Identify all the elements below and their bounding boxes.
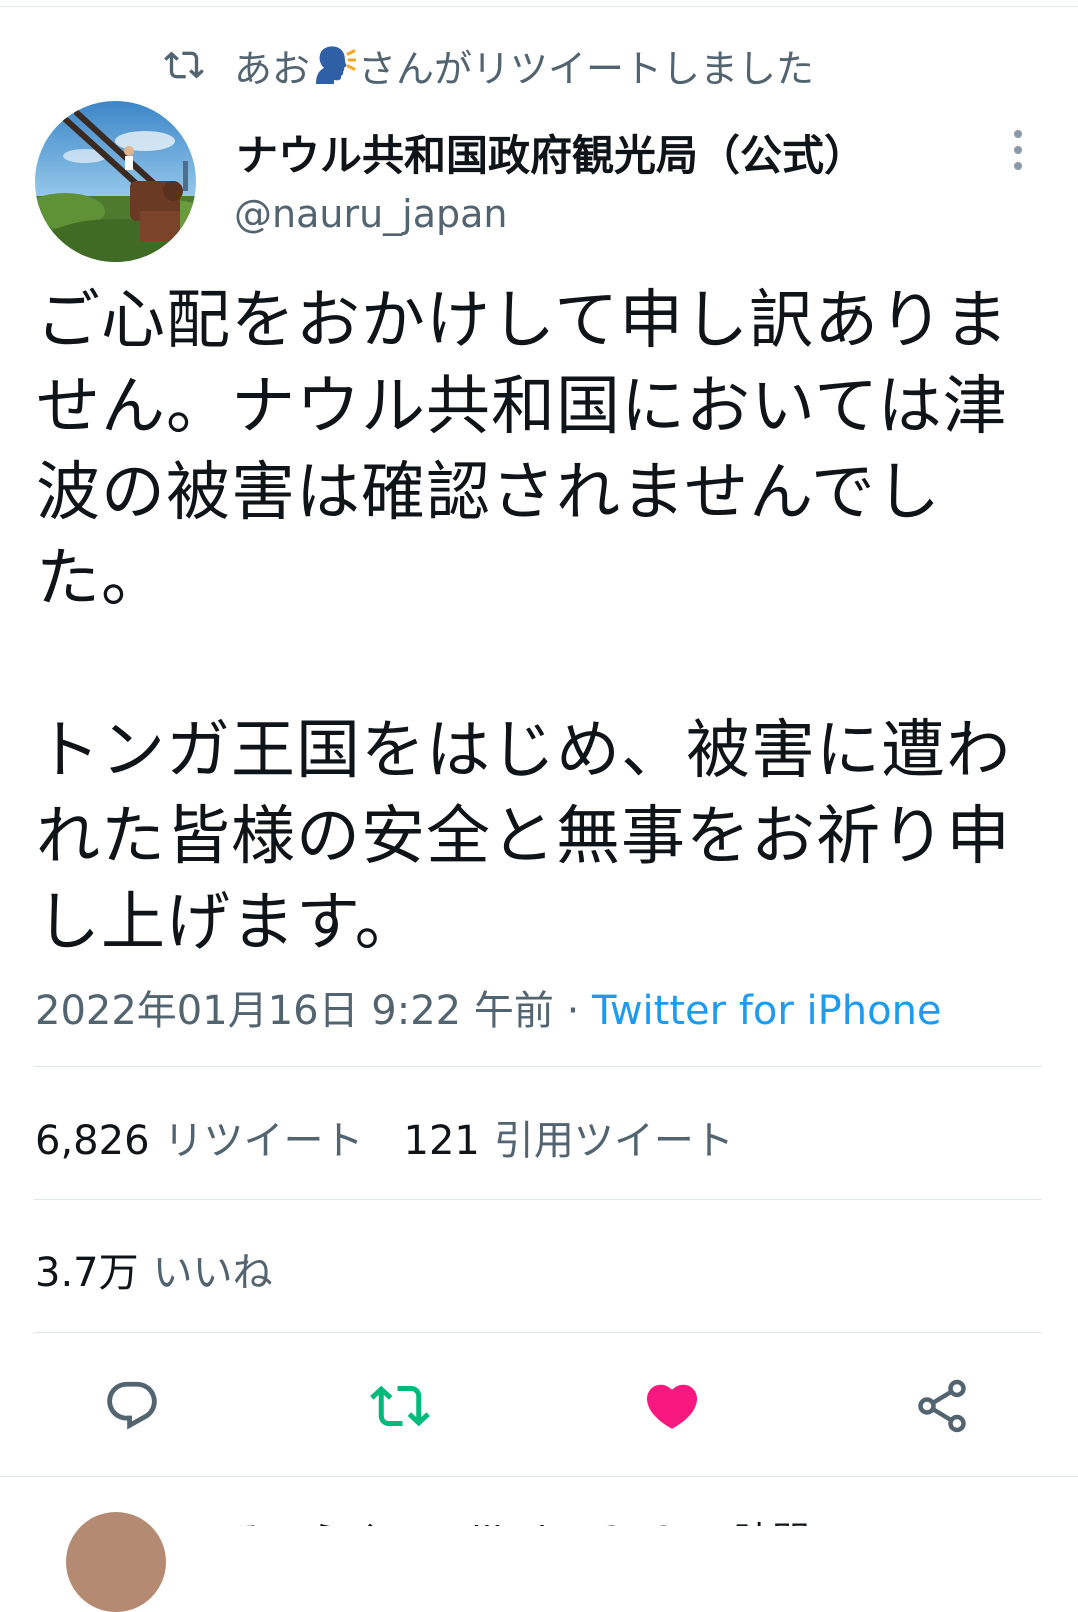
retweets-count: 6,826 xyxy=(35,1118,150,1164)
meta-separator: · xyxy=(553,988,593,1034)
reply-button[interactable] xyxy=(102,1376,162,1436)
tweet-client-link[interactable]: Twitter for iPhone xyxy=(592,988,942,1034)
top-border xyxy=(0,6,1078,7)
avatar-image xyxy=(35,101,196,262)
reply-icon xyxy=(107,1381,157,1430)
like-icon xyxy=(646,1384,698,1429)
likes-count: 3.7万 xyxy=(35,1250,139,1296)
like-button[interactable] xyxy=(642,1376,702,1436)
quotes-link[interactable]: 121 引用ツイート xyxy=(404,1108,734,1166)
quotes-count: 121 xyxy=(403,1118,480,1164)
retweeter-name[interactable]: あお xyxy=(234,38,310,93)
retweet-header-label: さんがリツイートしました xyxy=(358,46,815,91)
retweet-action-icon xyxy=(370,1385,430,1427)
tweet-meta: 2022年01月16日 9:22 午前 · Twitter for iPhone xyxy=(35,978,942,1036)
next-tweet-header[interactable]: みいらく @miikaku_356 · 5時間 xyxy=(232,1510,810,1526)
retweet-icon xyxy=(164,51,204,79)
tweet-text: ご心配をおかけして申し訳ありません。ナウル共和国においては津波の被害は確認されま… xyxy=(36,278,1046,966)
divider xyxy=(34,1066,1042,1067)
likes-label: いいね xyxy=(152,1250,273,1296)
retweet-header[interactable]: あお さんがリツイートしました xyxy=(164,38,815,93)
next-tweet-avatar[interactable] xyxy=(66,1512,166,1612)
share-icon xyxy=(918,1379,966,1433)
divider xyxy=(0,1476,1078,1477)
tweet-timestamp[interactable]: 2022年01月16日 9:22 午前 xyxy=(35,988,554,1034)
quotes-label: 引用ツイート xyxy=(493,1118,734,1164)
author-avatar[interactable] xyxy=(35,101,196,262)
divider xyxy=(34,1332,1042,1333)
author-handle[interactable]: @nauru_japan xyxy=(234,192,508,236)
share-button[interactable] xyxy=(912,1376,972,1436)
divider xyxy=(34,1199,1042,1200)
retweet-stats-row: 6,826 リツイート 121 引用ツイート xyxy=(35,1108,734,1166)
author-name[interactable]: ナウル共和国政府観光局（公式） xyxy=(236,122,866,183)
more-vertical-icon[interactable] xyxy=(1006,126,1030,174)
tweet-paragraph-1: ご心配をおかけして申し訳ありません。ナウル共和国においては津波の被害は確認されま… xyxy=(36,284,1010,616)
retweet-button[interactable] xyxy=(370,1376,430,1436)
tweet-paragraph-2: トンガ王国をはじめ、被害に遭われた皆様の安全と無事をお祈り申し上げます。 xyxy=(36,714,1011,960)
retweets-link[interactable]: 6,826 リツイート xyxy=(35,1108,364,1166)
retweets-label: リツイート xyxy=(163,1118,364,1164)
likes-stats-row[interactable]: 3.7万 いいね xyxy=(35,1240,273,1298)
speaking-head-emoji xyxy=(316,46,357,84)
